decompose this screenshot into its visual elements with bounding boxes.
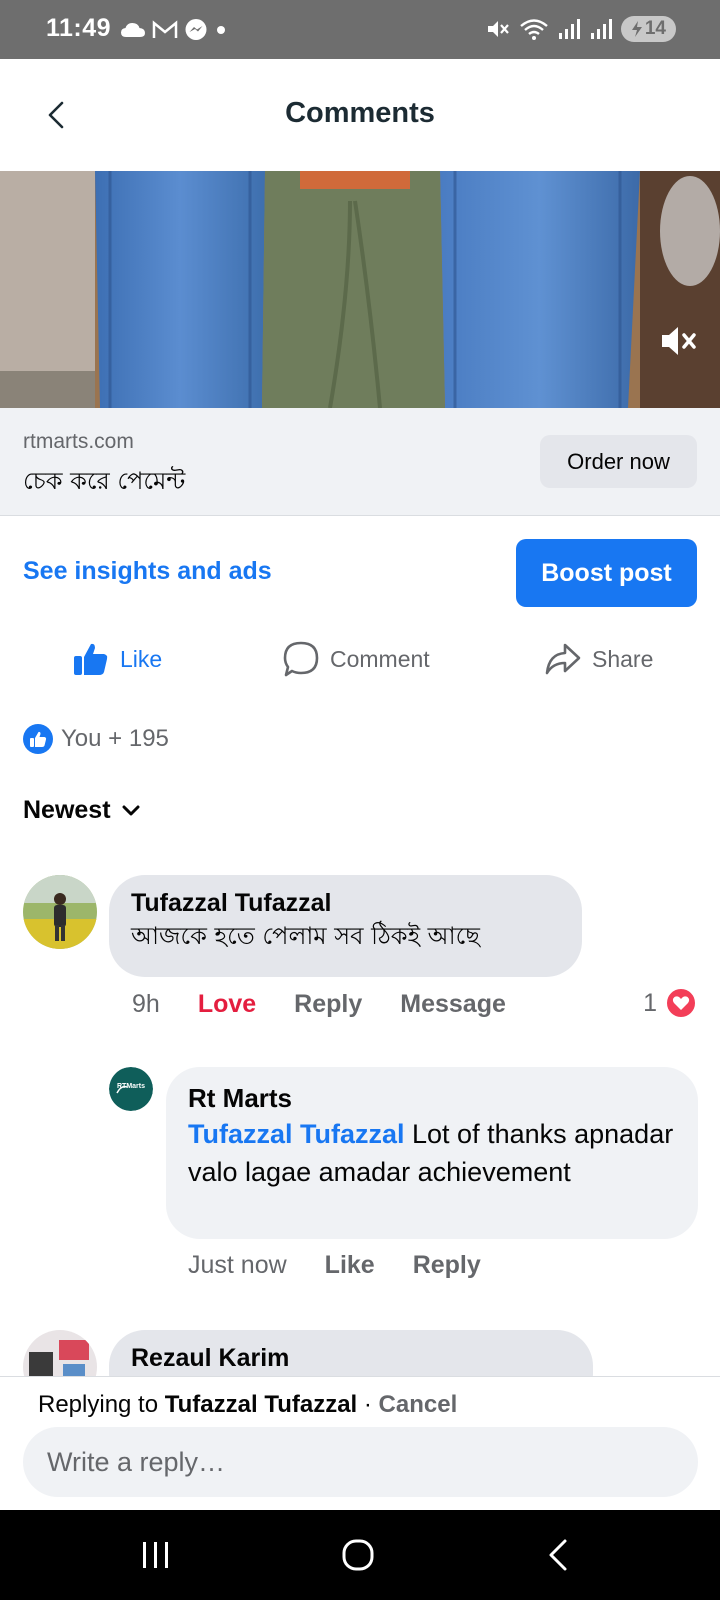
- comment-reaction-count[interactable]: 1: [643, 987, 697, 1019]
- battery-indicator: 14: [620, 16, 676, 42]
- thumbs-up-icon: [74, 643, 108, 675]
- signal-icon: [558, 19, 580, 39]
- love-reaction-button[interactable]: Love: [198, 990, 256, 1019]
- header: Comments: [0, 59, 720, 171]
- reply-mention[interactable]: Tufazzal Tufazzal: [188, 1119, 405, 1149]
- replying-prefix: Replying to: [38, 1391, 165, 1418]
- like-button[interactable]: Like: [72, 640, 162, 678]
- comment-sort-dropdown[interactable]: Newest: [23, 796, 141, 825]
- share-button[interactable]: Share: [544, 640, 653, 678]
- chevron-down-icon: [122, 805, 140, 815]
- signal-icon: [590, 19, 612, 39]
- status-time: 11:49: [46, 14, 112, 42]
- system-nav-bar: [0, 1510, 720, 1600]
- muted-speaker-icon: [662, 327, 696, 355]
- avatar[interactable]: RTMarts: [109, 1067, 153, 1111]
- status-left-icons: [120, 18, 228, 42]
- sort-label: Newest: [23, 796, 111, 824]
- heart-icon: [665, 987, 697, 1019]
- replying-separator: ·: [357, 1391, 379, 1418]
- avatar[interactable]: [23, 875, 97, 949]
- order-now-button[interactable]: Order now: [540, 435, 697, 488]
- reaction-count: You + 195: [61, 725, 169, 752]
- home-icon: [342, 1539, 374, 1571]
- reply-author[interactable]: Rt Marts: [188, 1081, 676, 1115]
- link-domain: rtmarts.com: [23, 430, 134, 453]
- mute-icon: [487, 21, 509, 37]
- comment-author[interactable]: Rezaul Karim: [131, 1342, 571, 1374]
- boost-post-button[interactable]: Boost post: [516, 539, 697, 607]
- like-button[interactable]: Like: [325, 1251, 375, 1280]
- wifi-icon: [520, 19, 548, 40]
- video-frame: [0, 171, 720, 408]
- post-video[interactable]: [0, 171, 720, 408]
- comment-meta: 9h Love Reply Message: [132, 990, 544, 1019]
- share-label: Share: [592, 645, 654, 672]
- like-reaction-icon: [23, 724, 53, 754]
- replying-to-banner: Replying to Tufazzal Tufazzal · Cancel: [38, 1391, 457, 1419]
- comment-author[interactable]: Tufazzal Tufazzal: [131, 887, 560, 919]
- home-button[interactable]: [328, 1530, 388, 1580]
- reaction-number: 1: [643, 988, 657, 1017]
- battery-level: 14: [644, 18, 666, 39]
- reply-button[interactable]: Reply: [294, 990, 362, 1019]
- gmail-icon: [152, 20, 178, 38]
- see-insights-link[interactable]: See insights and ads: [23, 557, 272, 586]
- status-right-icons: 14: [485, 16, 676, 42]
- comment-button[interactable]: Comment: [282, 640, 430, 678]
- replying-name: Tufazzal Tufazzal: [164, 1391, 358, 1418]
- comment-time: 9h: [132, 990, 160, 1018]
- post-actions: Like Comment Share: [0, 640, 720, 692]
- comment-bubble[interactable]: Tufazzal Tufazzal আজকে হতে পেলাম সব ঠিকই…: [109, 875, 582, 977]
- page-title: Comments: [285, 97, 435, 129]
- cancel-reply-button[interactable]: Cancel: [379, 1391, 458, 1418]
- reply-input[interactable]: [23, 1427, 698, 1497]
- avatar-logo-text: RTMarts: [116, 1083, 145, 1090]
- status-bar: 11:49 14: [0, 0, 720, 59]
- message-button[interactable]: Message: [400, 990, 506, 1019]
- reply-bubble[interactable]: Rt Marts Tufazzal Tufazzal Lot of thanks…: [166, 1067, 698, 1239]
- back-icon: [549, 1539, 567, 1571]
- reply-button[interactable]: Reply: [413, 1251, 481, 1280]
- comment-text: আজকে হতে পেলাম সব ঠিকই আছে: [131, 922, 480, 950]
- share-icon: [545, 643, 581, 675]
- comment-icon: [283, 641, 319, 677]
- cloud-icon: [121, 23, 145, 37]
- video-mute-button[interactable]: [658, 321, 702, 366]
- like-label: Like: [120, 645, 163, 672]
- reply-meta: Just now Like Reply: [188, 1251, 519, 1280]
- link-title: চেক করে পেমেন্ট: [23, 467, 186, 495]
- recents-button[interactable]: [126, 1530, 186, 1580]
- dot-icon: [217, 26, 225, 34]
- charging-icon: [631, 21, 642, 37]
- link-preview[interactable]: rtmarts.com চেক করে পেমেন্ট Order now: [0, 408, 720, 516]
- reply-time: Just now: [188, 1251, 287, 1279]
- reaction-summary[interactable]: You + 195: [23, 724, 169, 754]
- back-nav-button[interactable]: [528, 1530, 588, 1580]
- reply-composer: Replying to Tufazzal Tufazzal · Cancel: [0, 1376, 720, 1510]
- comment-label: Comment: [330, 645, 430, 672]
- recents-icon: [143, 1542, 168, 1568]
- messenger-icon: [185, 19, 207, 40]
- reply-text: Tufazzal Tufazzal Lot of thanks apnadar …: [188, 1115, 676, 1191]
